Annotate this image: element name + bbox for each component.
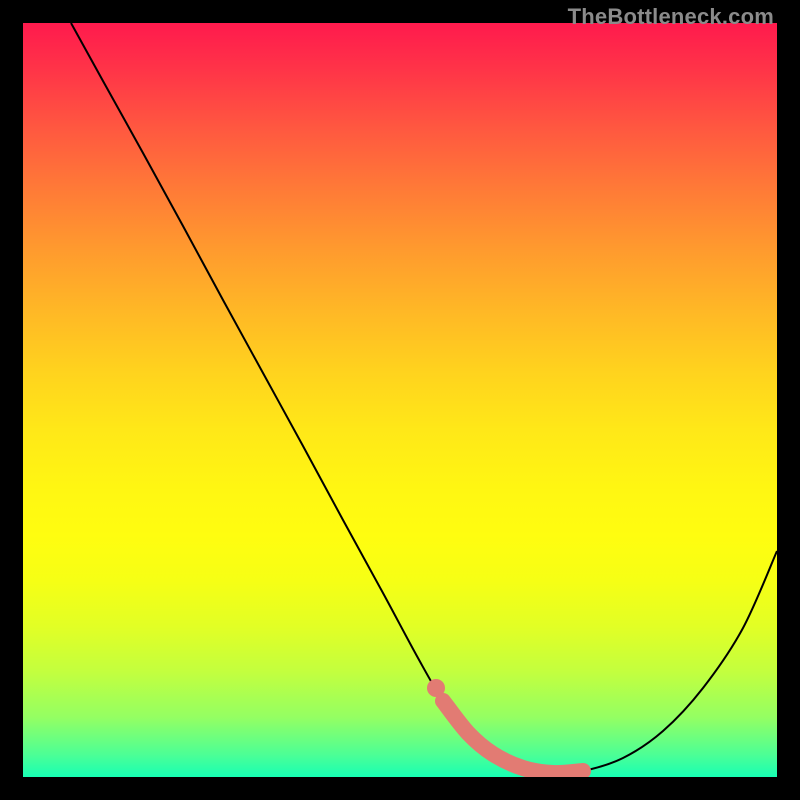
sweet-spot-highlight [443,701,583,773]
bottleneck-curve [71,23,777,773]
chart-frame: TheBottleneck.com [0,0,800,800]
plot-area [23,23,777,777]
curve-layer [23,23,777,777]
watermark-text: TheBottleneck.com [568,4,774,30]
sweet-spot-dot [427,679,445,697]
